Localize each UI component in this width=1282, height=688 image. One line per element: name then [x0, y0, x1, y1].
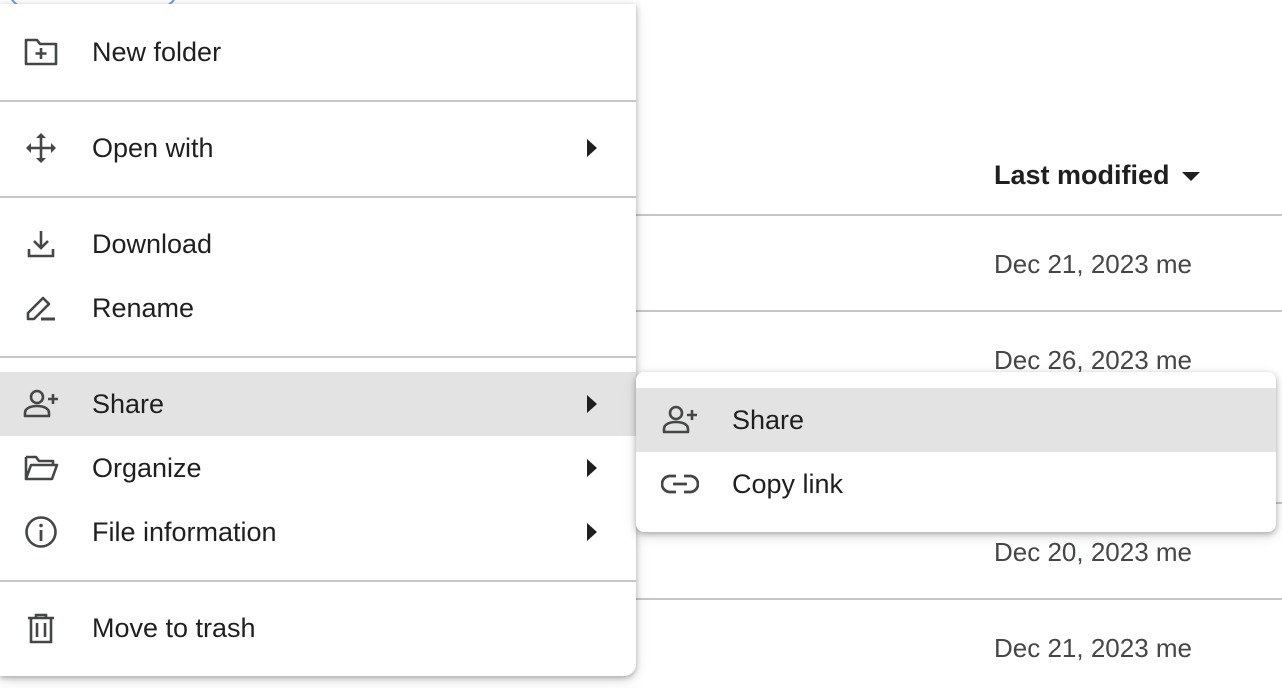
share-submenu: Share Copy link: [636, 372, 1276, 532]
menu-divider: [0, 356, 636, 358]
row-divider: [600, 214, 1282, 216]
submenu-item-label: Share: [732, 405, 805, 435]
submenu-item-share[interactable]: Share: [636, 388, 1276, 452]
sort-descending-icon[interactable]: [1181, 171, 1200, 181]
share-icon: [660, 401, 700, 439]
menu-divider: [0, 196, 636, 198]
menu-item-organize[interactable]: Organize: [0, 436, 636, 500]
menu-item-file-information[interactable]: File information: [0, 500, 636, 564]
menu-item-label: Open with: [92, 133, 214, 163]
menu-item-move-to-trash[interactable]: Move to trash: [0, 596, 636, 660]
submenu-item-label: Copy link: [732, 469, 844, 499]
share-icon: [22, 385, 60, 423]
menu-item-download[interactable]: Download: [0, 212, 636, 276]
download-icon: [22, 225, 60, 263]
row-divider: [600, 598, 1282, 600]
trash-icon: [22, 609, 60, 647]
open-with-icon: [22, 129, 60, 167]
last-modified-cell: Dec 20, 2023 me: [994, 537, 1193, 567]
folder-open-icon: [22, 449, 60, 487]
last-modified-column-header[interactable]: Last modified: [994, 150, 1200, 200]
submenu-item-copy-link[interactable]: Copy link: [636, 452, 1276, 516]
menu-item-open-with[interactable]: Open with: [0, 116, 636, 180]
drive-page: er Last modified me Dec 21, 2023 me me D…: [0, 0, 1282, 688]
menu-item-label: File information: [92, 517, 277, 547]
menu-item-label: New folder: [92, 37, 222, 67]
new-folder-icon: [22, 33, 60, 71]
menu-divider: [0, 100, 636, 102]
menu-item-new-folder[interactable]: New folder: [0, 20, 636, 84]
last-modified-cell: Dec 21, 2023 me: [994, 249, 1193, 279]
submenu-arrow-icon: [587, 395, 597, 413]
menu-item-label: Move to trash: [92, 613, 256, 643]
link-icon: [660, 465, 700, 503]
submenu-arrow-icon: [587, 523, 597, 541]
context-menu: New folder Open with Download Rename Sha…: [0, 4, 636, 676]
rename-icon: [22, 289, 60, 327]
info-icon: [22, 513, 60, 551]
row-divider: [600, 310, 1282, 312]
menu-item-rename[interactable]: Rename: [0, 276, 636, 340]
last-modified-header-label: Last modified: [994, 160, 1170, 190]
submenu-arrow-icon: [587, 459, 597, 477]
menu-item-label: Download: [92, 229, 213, 259]
submenu-arrow-icon: [587, 139, 597, 157]
menu-item-label: Rename: [92, 293, 195, 323]
menu-divider: [0, 580, 636, 582]
menu-item-share[interactable]: Share: [0, 372, 636, 436]
last-modified-cell: Dec 21, 2023 me: [994, 633, 1193, 663]
menu-item-label: Share: [92, 389, 165, 419]
menu-item-label: Organize: [92, 453, 202, 483]
